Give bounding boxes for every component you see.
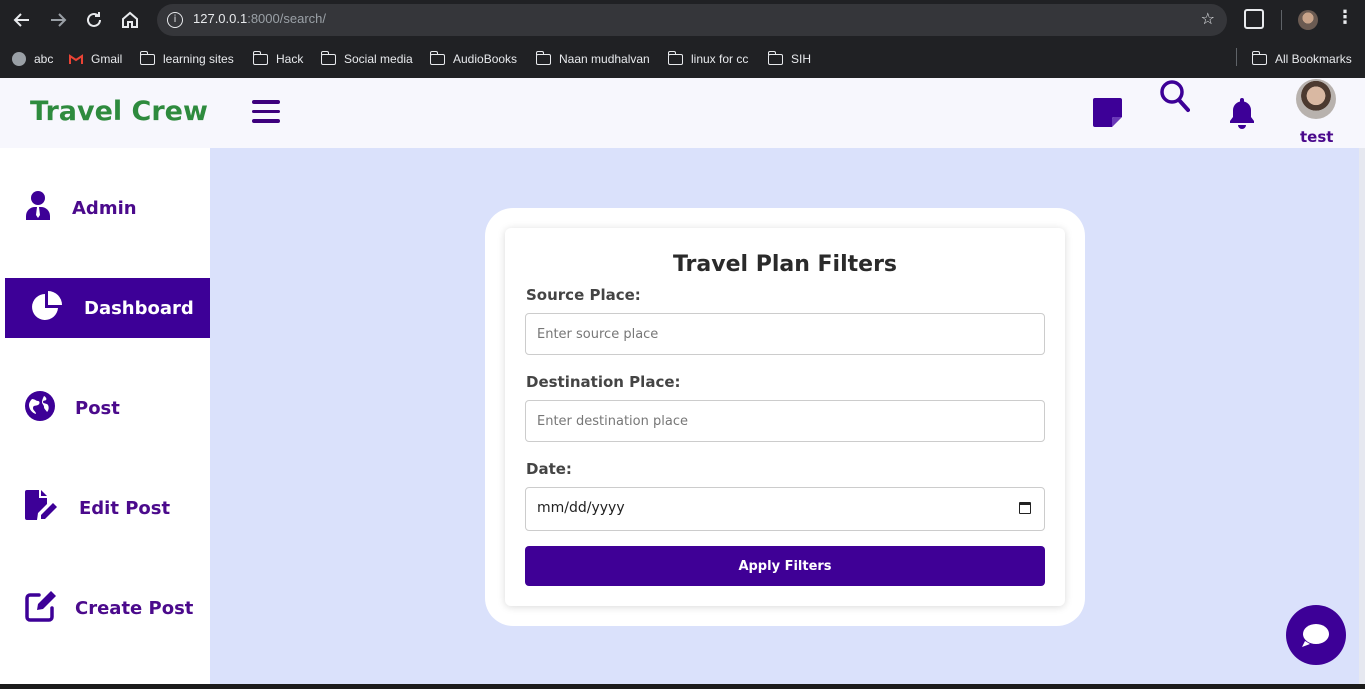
- folder-icon: [1251, 50, 1267, 65]
- reload-icon[interactable]: [82, 8, 106, 32]
- user-name[interactable]: test: [1300, 128, 1333, 146]
- pen-square-icon: [25, 590, 57, 626]
- globe-icon: [12, 52, 26, 66]
- calendar-icon[interactable]: [1019, 502, 1031, 514]
- sidebar-item-dashboard[interactable]: Dashboard: [5, 278, 210, 338]
- globe-icon: [25, 391, 55, 425]
- toolbar-divider: [1281, 10, 1282, 30]
- browser-toolbar: i 127.0.0.1:8000/search/ ☆ ⋮: [0, 0, 1365, 40]
- sidebar-item-admin[interactable]: Admin: [0, 178, 210, 238]
- source-label: Source Place:: [526, 286, 641, 304]
- bookmark-label: learning sites: [163, 52, 234, 66]
- bookmark-label: SIH: [791, 52, 812, 66]
- source-input[interactable]: [525, 313, 1045, 355]
- extensions-icon[interactable]: [1244, 9, 1264, 29]
- bookmark-label: abc: [34, 52, 54, 66]
- bookmark-star-icon[interactable]: ☆: [1201, 9, 1215, 28]
- file-edit-icon: [25, 490, 59, 526]
- bookmark-hack[interactable]: Hack: [252, 50, 304, 68]
- page-scrollbar[interactable]: [1359, 148, 1365, 689]
- user-avatar[interactable]: [1296, 79, 1336, 119]
- bookmark-label: AudioBooks: [453, 52, 518, 66]
- sidebar-item-label: Dashboard: [84, 297, 194, 319]
- sticky-note-icon[interactable]: [1092, 96, 1123, 132]
- bookmark-abc[interactable]: abc: [12, 50, 53, 68]
- brand-logo[interactable]: Travel Crew: [30, 96, 208, 127]
- folder-icon: [767, 50, 783, 65]
- search-icon[interactable]: [1160, 80, 1190, 118]
- sidebar-item-post[interactable]: Post: [0, 378, 210, 438]
- destination-input[interactable]: [525, 400, 1045, 442]
- pie-chart-icon: [31, 290, 63, 326]
- home-icon[interactable]: [118, 8, 142, 32]
- bookmark-linux-for-cc[interactable]: linux for cc: [667, 50, 749, 68]
- profile-avatar[interactable]: [1298, 10, 1318, 30]
- sidebar-item-label: Post: [75, 397, 120, 419]
- bookmarks-divider: [1236, 48, 1237, 66]
- back-icon[interactable]: [10, 8, 34, 32]
- folder-icon: [320, 50, 336, 65]
- sidebar-item-label: Edit Post: [79, 497, 171, 519]
- url-host: 127.0.0.1: [193, 11, 248, 26]
- bookmark-gmail[interactable]: Gmail: [69, 50, 122, 68]
- bookmark-social-media[interactable]: Social media: [320, 50, 413, 68]
- site-info-icon[interactable]: i: [167, 12, 183, 28]
- sidebar-item-label: Admin: [72, 197, 137, 219]
- admin-user-icon: [25, 191, 51, 225]
- bookmark-label: Naan mudhalvan: [559, 52, 650, 66]
- sidebar-item-edit-post[interactable]: Edit Post: [0, 478, 210, 538]
- more-menu-icon[interactable]: ⋮: [1336, 7, 1354, 28]
- bookmark-label: linux for cc: [691, 52, 749, 66]
- bell-icon[interactable]: [1228, 97, 1256, 133]
- folder-icon: [535, 50, 551, 65]
- all-bookmarks[interactable]: All Bookmarks: [1251, 50, 1352, 68]
- bookmark-sih[interactable]: SIH: [767, 50, 812, 68]
- date-value: mm/dd/yyyy: [537, 500, 625, 516]
- gmail-icon: [69, 53, 83, 65]
- chat-button[interactable]: [1286, 605, 1346, 665]
- forward-icon[interactable]: [46, 8, 70, 32]
- bookmark-learning-sites[interactable]: learning sites: [139, 50, 234, 68]
- bookmarks-bar: abc Gmail learning sites Hack Social med…: [0, 40, 1365, 78]
- bookmark-audiobooks[interactable]: AudioBooks: [429, 50, 518, 68]
- url-text[interactable]: 127.0.0.1:8000/search/: [193, 11, 326, 26]
- sidebar-item-label: Create Post: [75, 597, 194, 619]
- bookmark-label: Hack: [276, 52, 304, 66]
- address-bar[interactable]: i 127.0.0.1:8000/search/ ☆: [157, 4, 1227, 36]
- chat-bubble-icon: [1302, 624, 1329, 647]
- folder-icon: [667, 50, 683, 65]
- bookmark-naan-mudhalvan[interactable]: Naan mudhalvan: [535, 50, 650, 68]
- bookmark-label: Gmail: [91, 52, 123, 66]
- folder-icon: [252, 50, 268, 65]
- sidebar-item-create-post[interactable]: Create Post: [0, 578, 210, 638]
- date-label: Date:: [526, 460, 572, 478]
- folder-icon: [429, 50, 445, 65]
- menu-toggle-icon[interactable]: [252, 100, 280, 124]
- form-title: Travel Plan Filters: [672, 252, 898, 277]
- bookmark-label: All Bookmarks: [1275, 52, 1352, 66]
- apply-filters-button[interactable]: Apply Filters: [525, 546, 1045, 586]
- folder-icon: [139, 50, 155, 65]
- bookmark-label: Social media: [344, 52, 413, 66]
- taskbar-strip: [0, 684, 1365, 689]
- destination-label: Destination Place:: [526, 373, 681, 391]
- url-path: :8000/search/: [247, 11, 326, 26]
